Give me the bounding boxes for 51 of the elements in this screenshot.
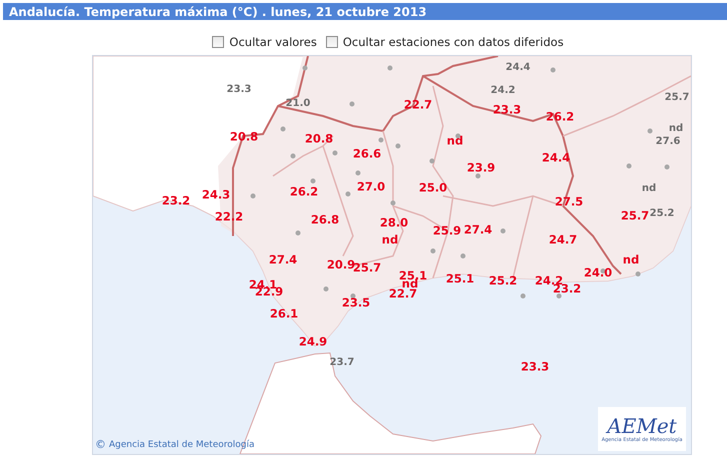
temperature-label: 23.3 [520, 361, 550, 373]
temperature-label: 25.7 [620, 210, 650, 222]
temperature-label: 27.6 [656, 137, 680, 147]
temperature-label: 28.0 [380, 217, 408, 229]
temperature-label: 26.2 [290, 186, 318, 198]
temperature-label: 26.8 [310, 214, 340, 226]
temperature-label: nd [642, 184, 656, 194]
temperature-label: 23.3 [226, 85, 252, 95]
temperature-label: 26.6 [352, 148, 382, 160]
temperature-label: 20.8 [230, 131, 258, 143]
checkbox-label[interactable]: Ocultar valores [229, 35, 317, 49]
temperature-label: 27.0 [356, 181, 386, 193]
temperature-label: 23.5 [342, 297, 370, 309]
temperature-label: 23.9 [466, 162, 496, 174]
temperature-label: nd [622, 254, 640, 266]
temperature-label: nd [402, 278, 418, 290]
page-title: Andalucía. Temperatura máxima (°C) . lunes, 21 octubre 2013 [9, 4, 427, 18]
copyright-text: Agencia Estatal de Meteorología [109, 440, 254, 450]
temperature-label: 24.4 [506, 63, 530, 73]
temperature-label: 23.2 [162, 195, 190, 207]
temperature-label: 25.9 [432, 225, 462, 237]
temperature-label: 22.2 [214, 211, 244, 223]
temperature-label: 27.4 [464, 224, 492, 236]
checkbox[interactable] [212, 36, 224, 48]
temperature-label: 21.0 [286, 99, 310, 109]
temperature-label: 22.7 [404, 99, 432, 111]
temperature-label: nd [382, 234, 398, 246]
temperature-label: 24.9 [298, 336, 328, 348]
checkbox-label[interactable]: Ocultar estaciones con datos diferidos [342, 35, 564, 49]
temperature-label: 25.7 [664, 93, 690, 103]
temperature-label: 25.0 [418, 182, 448, 194]
temperature-label: 24.3 [202, 189, 230, 201]
temperature-label: nd [446, 135, 464, 147]
temperature-label: 24.2 [490, 86, 516, 96]
copyright-symbol: © [95, 438, 106, 451]
temperature-label: 27.4 [268, 254, 298, 266]
temperature-label: 23.3 [492, 104, 522, 116]
temperature-label: 26.2 [546, 111, 574, 123]
checkbox[interactable] [326, 36, 338, 48]
temperature-label: 25.2 [650, 209, 674, 219]
temperature-label: 20.8 [304, 133, 334, 145]
temperature-label: 27.5 [554, 196, 584, 208]
temperature-label: nd [668, 124, 684, 134]
temperature-label: 24.0 [584, 267, 612, 279]
temperature-label: 24.4 [542, 152, 570, 164]
temperature-label: 24.7 [548, 234, 578, 246]
temperature-label: 26.1 [270, 308, 298, 320]
logo-wordmark: AEMet [607, 415, 677, 437]
temperature-label: 22.7 [388, 288, 418, 300]
temperature-label: 25.1 [446, 273, 474, 285]
temperature-label: 25.2 [488, 275, 518, 287]
